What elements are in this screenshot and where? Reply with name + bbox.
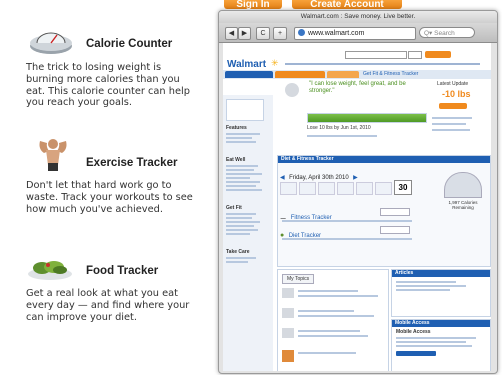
sidebar-section-get-fit: Get Fit xyxy=(226,205,242,211)
globe-icon xyxy=(298,29,305,36)
tracker-header: Diet & Fitness Tracker xyxy=(278,156,490,163)
walmart-logo[interactable]: Walmart xyxy=(227,59,266,70)
calories-remaining: 1,997 Calories Remaining xyxy=(448,200,478,210)
date-label: Friday, April 30th 2010 xyxy=(289,175,349,181)
sidebar-section-eat-well: Eat Well xyxy=(226,157,246,163)
articles-panel: Articles xyxy=(391,269,491,317)
prev-date-icon[interactable]: ◀ xyxy=(280,175,285,181)
site-tab-bar: Get Fit & Fitness Tracker xyxy=(223,70,491,79)
fitness-tracker-row[interactable]: ⚊ Fitness Tracker xyxy=(280,206,430,221)
window-title: Walmart.com : Save money. Live better. xyxy=(219,11,497,23)
goal-progress-bar xyxy=(307,113,427,123)
sidebar-section-features: Features xyxy=(226,125,247,131)
tab-promo[interactable] xyxy=(275,71,325,78)
my-topics-panel: My Topics xyxy=(277,269,389,371)
goal-text: Lose 10 lbs by Jun 1st, 2010 xyxy=(307,125,371,131)
calorie-gauge xyxy=(444,172,482,198)
feature-title: Calorie Counter xyxy=(86,38,173,50)
scale-icon xyxy=(30,32,72,54)
feature-title: Exercise Tracker xyxy=(86,157,178,169)
tab-fitness[interactable]: Get Fit & Fitness Tracker xyxy=(363,71,418,78)
sidebar-section-take-care: Take Care xyxy=(226,249,250,255)
address-bar[interactable]: www.walmart.com xyxy=(294,27,416,40)
forward-button[interactable]: ▶ xyxy=(238,27,251,40)
browser-search-input[interactable]: Q▾ Search xyxy=(419,27,475,38)
avatar xyxy=(285,83,299,97)
create-account-button[interactable]: Create Account xyxy=(292,0,402,9)
feature-title: Food Tracker xyxy=(86,265,159,277)
feature-description: The trick to losing weight is burning mo… xyxy=(26,62,190,109)
feature-description: Get a real look at what you eat every da… xyxy=(26,288,190,323)
tab-promo-2[interactable] xyxy=(327,71,359,78)
feature-description: Don't let that hard work go to waste. Tr… xyxy=(26,180,193,215)
diet-tracker-row[interactable]: ● Diet Tracker xyxy=(280,224,430,239)
reload-button[interactable]: C xyxy=(256,27,270,40)
spark-icon: ✳ xyxy=(271,58,279,68)
latest-update-value: -10 lbs xyxy=(442,89,471,99)
next-date-icon[interactable]: ▶ xyxy=(353,175,358,181)
back-button[interactable]: ◀ xyxy=(225,27,238,40)
update-button[interactable] xyxy=(439,103,467,109)
browser-toolbar: ◀ ▶ C + www.walmart.com Q▾ Search xyxy=(219,23,497,43)
latest-update-label: Latest Update xyxy=(437,81,469,87)
add-bookmark-button[interactable]: + xyxy=(273,27,287,40)
articles-header: Articles xyxy=(392,270,490,277)
left-sidebar: Features Eat Well Get Fit Take Care xyxy=(223,95,273,371)
mobile-access-header: Mobile Access xyxy=(392,320,490,327)
diet-fitness-tracker-panel: Diet & Fitness Tracker ◀ Friday, April 3… xyxy=(277,155,491,267)
my-topics-tab[interactable]: My Topics xyxy=(282,274,315,284)
url-text: www.walmart.com xyxy=(308,30,365,37)
mobile-access-subtitle: Mobile Access xyxy=(396,329,431,335)
sign-in-button[interactable]: Sign In xyxy=(224,0,282,9)
browser-window: Walmart.com : Save money. Live better. ◀… xyxy=(218,10,498,374)
calendar-icon[interactable]: 30 xyxy=(394,180,412,195)
mobile-access-button[interactable] xyxy=(396,351,436,356)
mobile-access-panel: Mobile Access Mobile Access xyxy=(391,319,491,371)
goal-panel: "I can lose weight, feel great, and be s… xyxy=(277,81,489,153)
tab-active[interactable] xyxy=(225,71,273,78)
goal-quote: "I can lose weight, feel great, and be s… xyxy=(309,81,406,94)
web-page: Walmart ✳ Get Fit & Fitness Tracker Feat… xyxy=(223,43,491,371)
week-strip: 30 xyxy=(280,180,430,195)
strongman-icon xyxy=(39,139,67,171)
date-nav: ◀ Friday, April 30th 2010 ▶ xyxy=(280,166,430,181)
salad-icon xyxy=(28,261,72,280)
